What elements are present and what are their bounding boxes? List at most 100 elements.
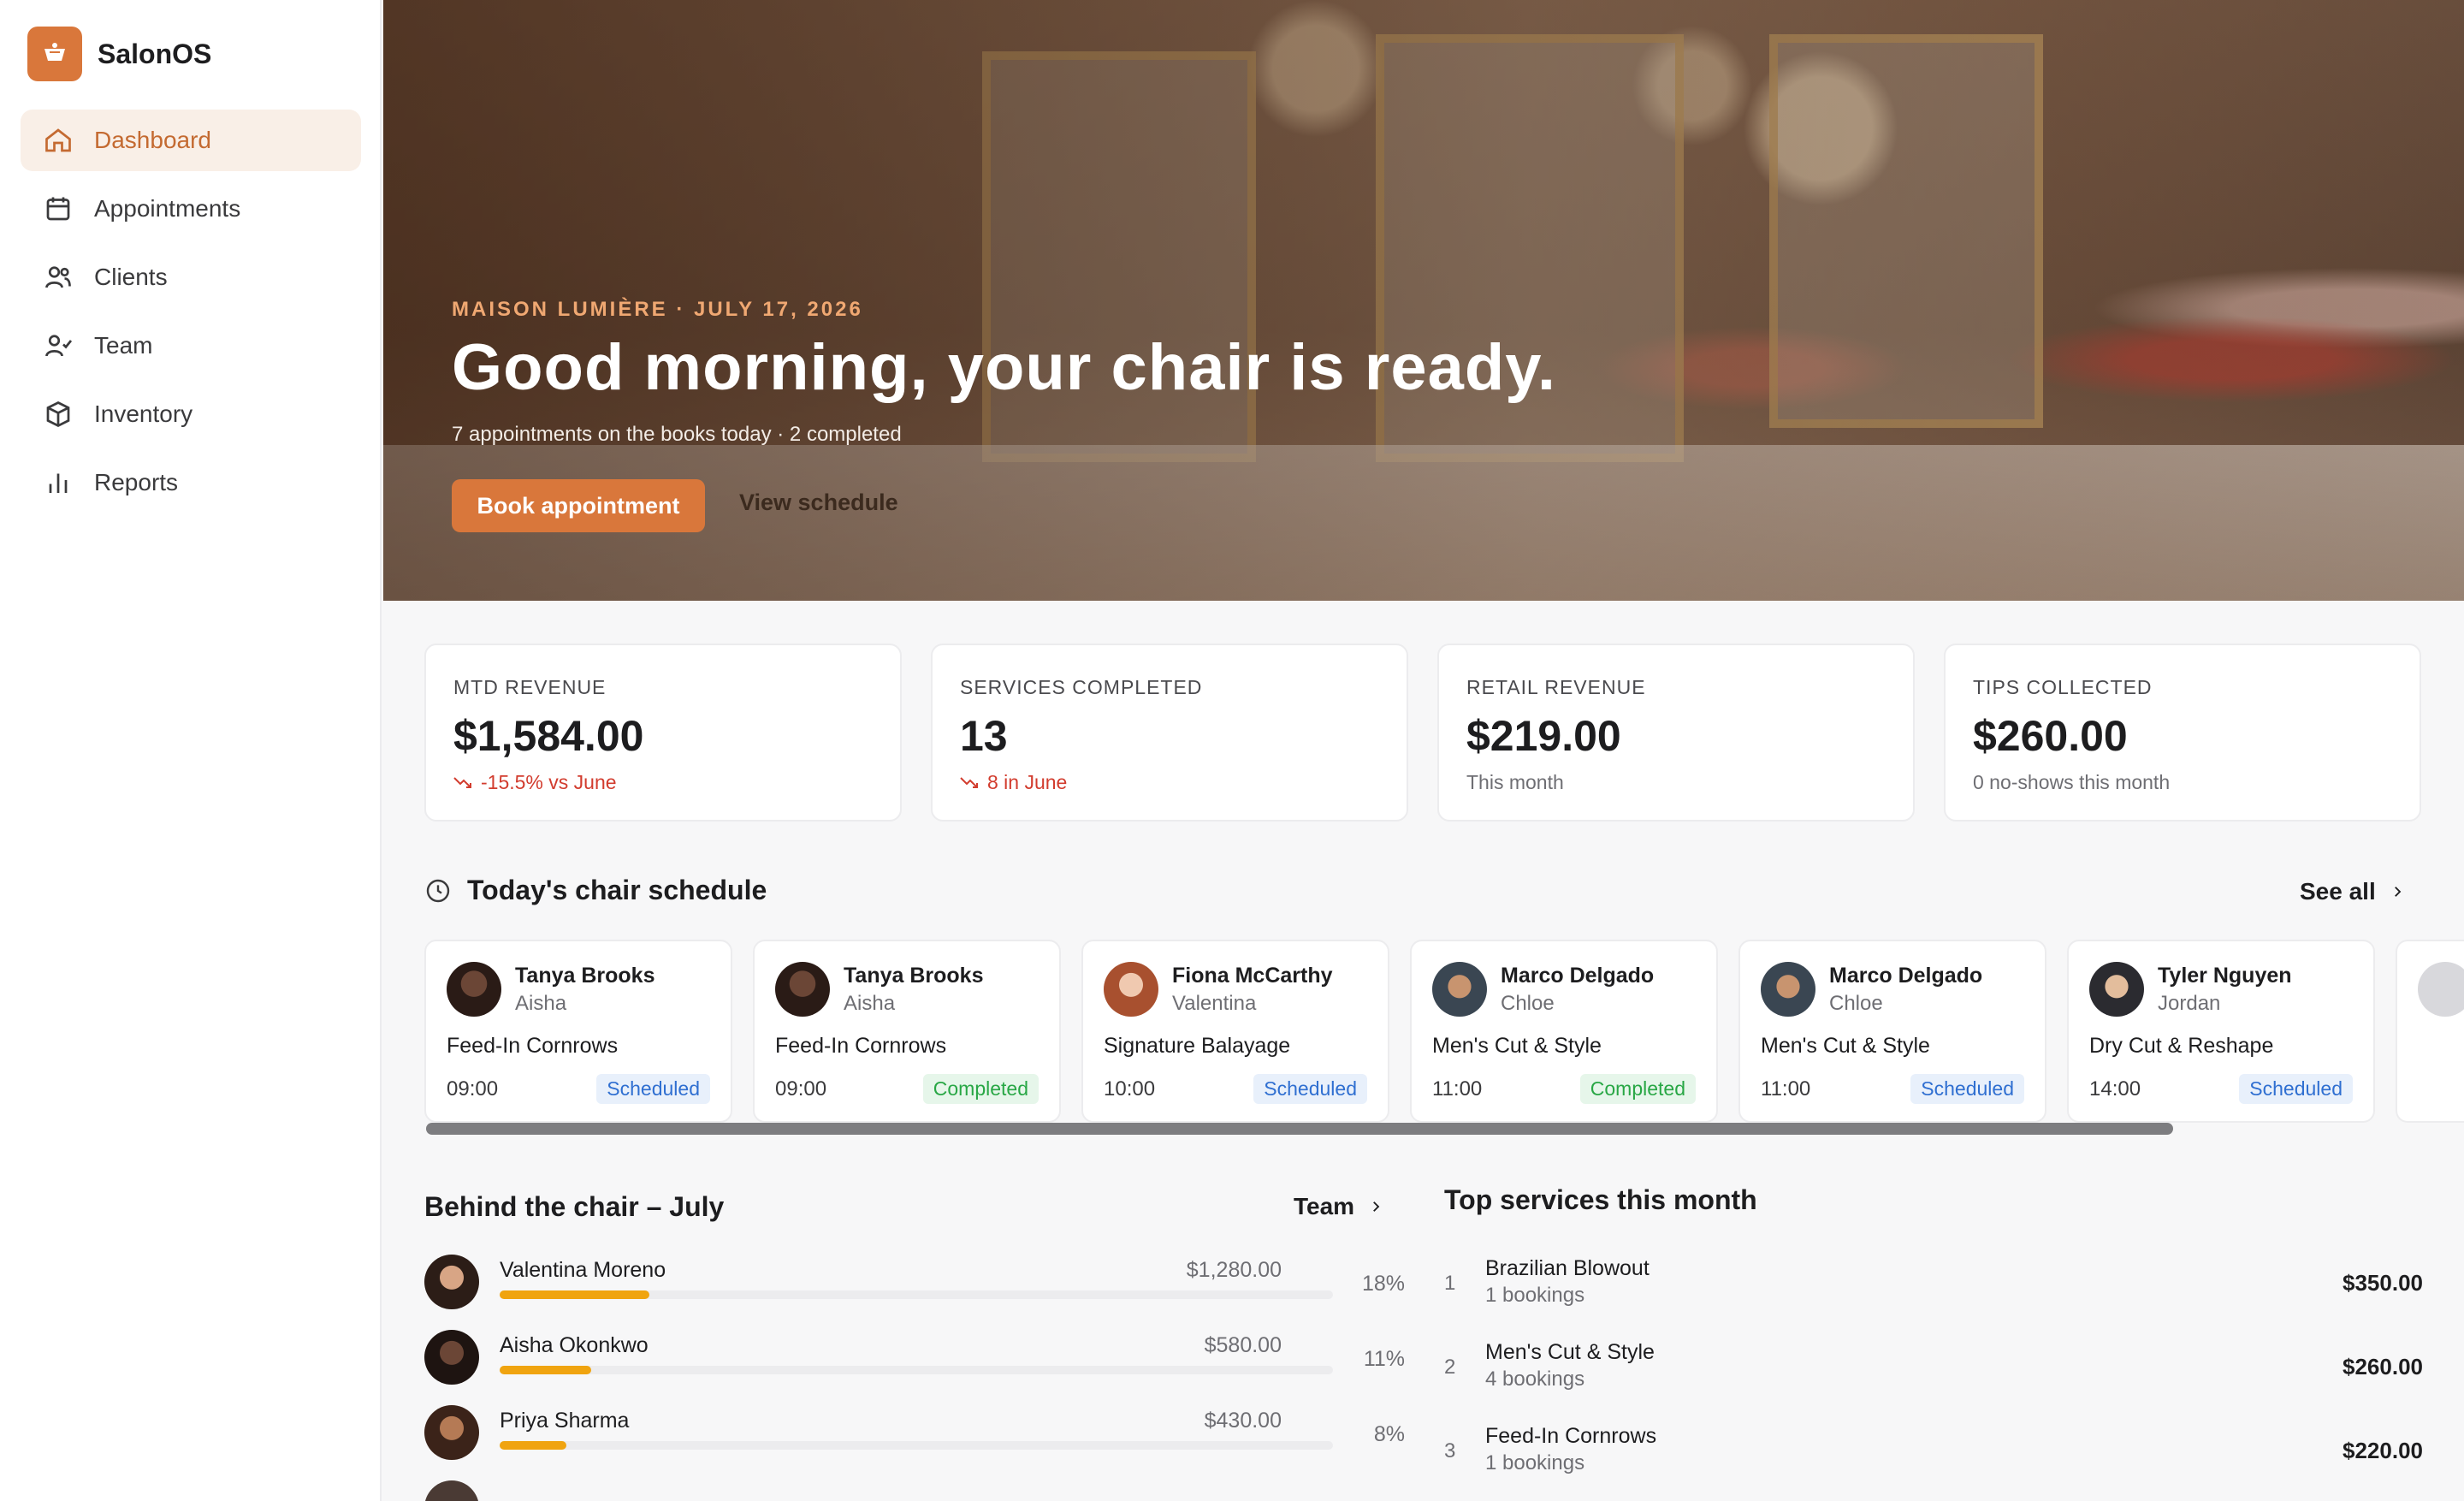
avatar (1432, 962, 1487, 1017)
avatar (775, 962, 830, 1017)
clock-icon (424, 877, 452, 905)
stylist-amount: $430.00 (1204, 1409, 1282, 1433)
behind-chair-heading: Behind the chair – July (424, 1191, 724, 1223)
user-check-icon (41, 329, 75, 363)
sidebar-item-label: Clients (94, 264, 168, 290)
appointment-time: 11:00 (1432, 1077, 1483, 1101)
service-amount: $220.00 (2343, 1438, 2423, 1463)
status-badge: Scheduled (1910, 1074, 2024, 1104)
appointment-card[interactable]: Tanya Brooks Aisha Feed-In Cornrows 09:0… (753, 940, 1061, 1123)
stylist-pct: 8% (1373, 1422, 1405, 1446)
appointment-time: 14:00 (2089, 1077, 2141, 1101)
appointment-service: Men's Cut & Style (1432, 1034, 1602, 1058)
appointment-stylist: Aisha (515, 991, 567, 1015)
service-rank: 1 (1444, 1272, 1456, 1295)
status-badge: Completed (922, 1074, 1039, 1104)
service-count: 1 bookings (1485, 1451, 1585, 1474)
sidebar: SalonOS Dashboard Appointments Clients T… (0, 0, 382, 1501)
service-row[interactable]: 2 Men's Cut & Style 4 bookings $260.00 (1444, 1337, 2423, 1397)
view-schedule-link[interactable]: View schedule (739, 489, 898, 516)
service-name: Feed-In Cornrows (1485, 1424, 1657, 1448)
schedule-title: Today's chair schedule (467, 875, 767, 905)
brand[interactable]: SalonOS (27, 26, 211, 82)
appointment-stylist: Aisha (844, 991, 896, 1015)
kpi-trend: 8 in June (960, 771, 1379, 794)
see-all-label: See all (2300, 878, 2376, 905)
chevron-right-icon (2390, 884, 2405, 899)
stylist-pct: 11% (1363, 1347, 1405, 1371)
kpi-card-services-completed: SERVICES COMPLETED 13 8 in June (931, 644, 1408, 822)
stylist-pct: 18% (1361, 1272, 1405, 1296)
kpi-trend: -15.5% vs June (453, 771, 873, 794)
sidebar-item-inventory[interactable]: Inventory (21, 383, 361, 445)
team-link[interactable]: Team (1294, 1193, 1383, 1220)
brand-name: SalonOS (98, 38, 212, 69)
stylist-progress-track (500, 1441, 1333, 1450)
status-badge: Completed (1579, 1074, 1696, 1104)
sidebar-item-label: Reports (94, 469, 179, 495)
stylist-name: Aisha Okonkwo (500, 1333, 649, 1357)
appointment-service: Dry Cut & Reshape (2089, 1034, 2274, 1058)
appointment-card[interactable]: Tanya Brooks Aisha Feed-In Cornrows 09:0… (424, 940, 732, 1123)
schedule-scrollbar[interactable] (426, 1123, 2173, 1135)
appointment-client: Marco Delgado (1501, 963, 1655, 988)
stylist-progress-track (500, 1366, 1333, 1374)
stylist-row[interactable]: Priya Sharma $430.00 8% (424, 1405, 1405, 1465)
kpi-card-retail-revenue: RETAIL REVENUE $219.00 This month (1437, 644, 1915, 822)
stylist-progress-fill (500, 1441, 566, 1450)
calendar-icon (41, 192, 75, 226)
service-amount: $260.00 (2343, 1354, 2423, 1379)
stylist-name: Valentina Moreno (500, 1258, 666, 1282)
sidebar-item-clients[interactable]: Clients (21, 246, 361, 308)
trend-down-icon (960, 771, 979, 794)
appointment-client: Tanya Brooks (844, 963, 984, 988)
stylist-row[interactable]: Aisha Okonkwo $580.00 11% (424, 1330, 1405, 1390)
avatar (2089, 962, 2144, 1017)
book-appointment-button[interactable]: Book appointment (452, 479, 705, 532)
kpi-card-tips-collected: TIPS COLLECTED $260.00 0 no-shows this m… (1944, 644, 2421, 822)
service-row[interactable]: 3 Feed-In Cornrows 1 bookings $220.00 (1444, 1421, 2423, 1480)
appointment-client: Marco Delgado (1829, 963, 1983, 988)
kpi-label: SERVICES COMPLETED (960, 676, 1203, 698)
appointment-card[interactable]: Marco Delgado Chloe Men's Cut & Style 11… (1410, 940, 1718, 1123)
sidebar-item-reports[interactable]: Reports (21, 452, 361, 513)
salon-logo-icon (27, 27, 82, 81)
stylist-name: Priya Sharma (500, 1409, 630, 1433)
sidebar-item-dashboard[interactable]: Dashboard (21, 110, 361, 171)
sidebar-item-team[interactable]: Team (21, 315, 361, 377)
trend-down-icon (453, 771, 472, 794)
avatar (424, 1405, 479, 1460)
appointment-card[interactable] (2396, 940, 2464, 1123)
kpi-value: $1,584.00 (453, 712, 644, 760)
stylist-progress-fill (500, 1366, 592, 1374)
schedule-heading: Today's chair schedule (424, 875, 767, 906)
avatar (1104, 962, 1158, 1017)
appointment-stylist: Chloe (1501, 991, 1555, 1015)
chevron-right-icon (1368, 1199, 1383, 1214)
hero-banner: MAISON LUMIÈRE · JULY 17, 2026 Good morn… (383, 0, 2464, 601)
avatar (2418, 962, 2464, 1017)
behind-chair-title: Behind the chair – July (424, 1191, 725, 1222)
service-row[interactable]: 1 Brazilian Blowout 1 bookings $350.00 (1444, 1253, 2423, 1313)
sidebar-item-label: Inventory (94, 400, 193, 427)
stylist-row[interactable] (424, 1480, 1405, 1501)
service-count: 4 bookings (1485, 1368, 1585, 1391)
appointment-client: Fiona McCarthy (1172, 963, 1333, 988)
sidebar-item-appointments[interactable]: Appointments (21, 178, 361, 240)
service-name: Men's Cut & Style (1485, 1340, 1655, 1364)
appointment-card[interactable]: Tyler Nguyen Jordan Dry Cut & Reshape 14… (2067, 940, 2375, 1123)
avatar (424, 1255, 479, 1309)
sidebar-item-label: Dashboard (94, 127, 211, 153)
see-all-link[interactable]: See all (2300, 878, 2405, 905)
avatar (424, 1480, 479, 1501)
kpi-value: 13 (960, 712, 1008, 760)
appointment-card[interactable]: Fiona McCarthy Valentina Signature Balay… (1081, 940, 1389, 1123)
kpi-sub: 8 in June (987, 771, 1068, 793)
top-services-title: Top services this month (1444, 1184, 1757, 1215)
avatar (424, 1330, 479, 1385)
stylist-amount: $580.00 (1204, 1333, 1282, 1357)
appointment-card[interactable]: Marco Delgado Chloe Men's Cut & Style 11… (1738, 940, 2046, 1123)
home-icon (41, 123, 75, 157)
stylist-row[interactable]: Valentina Moreno $1,280.00 18% (424, 1255, 1405, 1314)
appointment-service: Signature Balayage (1104, 1034, 1291, 1058)
